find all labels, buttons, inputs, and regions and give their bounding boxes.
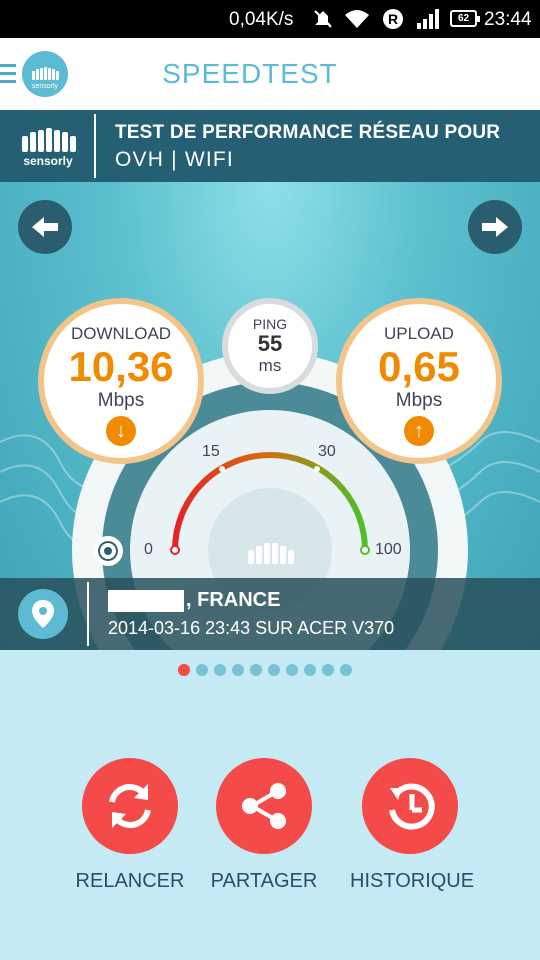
download-bubble: DOWNLOAD 10,36 Mbps ↓ xyxy=(38,298,204,464)
pager-dot[interactable] xyxy=(268,664,280,676)
upload-unit: Mbps xyxy=(395,390,443,411)
brand-label: sensorly xyxy=(23,154,73,168)
clock: 23:44 xyxy=(484,9,532,30)
ping-bubble: PING 55 ms xyxy=(222,298,318,394)
header-title: TEST DE PERFORMANCE RÉSEAU POUR xyxy=(115,122,501,143)
share-label[interactable]: PARTAGER xyxy=(204,870,324,893)
share-icon xyxy=(242,783,286,829)
battery-icon: 62 xyxy=(450,10,480,27)
test-date-device: 2014-03-16 23:43 SUR ACER V370 xyxy=(108,618,395,638)
upload-label: UPLOAD xyxy=(384,324,454,343)
upload-arrow-icon: ↑ xyxy=(404,416,434,446)
gauge-tick-0: 0 xyxy=(144,541,153,558)
redacted-city xyxy=(108,590,184,612)
app-bar: sensorly SPEEDTEST xyxy=(0,38,540,110)
svg-text:R: R xyxy=(388,11,398,27)
network-name: OVH | WIFI xyxy=(115,148,234,171)
refresh-icon xyxy=(109,784,151,828)
pager-dot[interactable] xyxy=(286,664,298,676)
status-bar: 0,04K/s R 62 23:44 xyxy=(0,0,540,38)
pager-dot[interactable] xyxy=(250,664,262,676)
mute-icon xyxy=(312,8,334,35)
pager-dot[interactable] xyxy=(304,664,316,676)
pager-dot[interactable] xyxy=(340,664,352,676)
gauge-tick-15: 15 xyxy=(202,443,220,460)
ping-value: 55 xyxy=(257,331,283,356)
download-value: 10,36 xyxy=(68,343,174,390)
wifi-icon xyxy=(344,8,370,35)
history-icon xyxy=(389,783,435,830)
location-pin-icon xyxy=(18,589,68,639)
share-button[interactable] xyxy=(216,758,312,854)
pager-dot[interactable] xyxy=(322,664,334,676)
download-arrow-icon: ↓ xyxy=(106,416,136,446)
ping-label: PING xyxy=(252,316,288,332)
restart-label[interactable]: RELANCER xyxy=(70,870,190,893)
location-divider xyxy=(87,582,89,646)
gauge-knob xyxy=(93,536,123,566)
result-panel: 0 15 30 100 DOWNLOAD 10,36 Mbps ↓ UPLOAD… xyxy=(0,182,540,650)
upload-value: 0,65 xyxy=(378,343,460,390)
pager-dot[interactable] xyxy=(214,664,226,676)
download-unit: Mbps xyxy=(97,390,145,411)
test-header: sensorly TEST DE PERFORMANCE RÉSEAU POUR… xyxy=(0,110,540,182)
network-speed: 0,04K/s xyxy=(229,9,294,30)
upload-bubble: UPLOAD 0,65 Mbps ↑ xyxy=(336,298,502,464)
download-label: DOWNLOAD xyxy=(70,324,172,343)
pager-dots[interactable] xyxy=(178,664,352,678)
gauge-tick-30: 30 xyxy=(318,443,336,460)
pager-dot[interactable] xyxy=(232,664,244,676)
pager-dot[interactable] xyxy=(178,664,190,676)
location-bar: , FRANCE 2014-03-16 23:43 SUR ACER V370 xyxy=(0,578,540,650)
restart-button[interactable] xyxy=(82,758,178,854)
history-button[interactable] xyxy=(362,758,458,854)
roaming-r-icon: R xyxy=(382,8,404,35)
pager-dot[interactable] xyxy=(196,664,208,676)
gauge-tick-100: 100 xyxy=(375,541,402,558)
signal-icon xyxy=(416,8,440,35)
ping-unit: ms xyxy=(258,356,282,375)
history-label[interactable]: HISTORIQUE xyxy=(350,870,474,893)
page-title: SPEEDTEST xyxy=(162,58,338,89)
header-divider xyxy=(94,114,96,178)
location-city: , FRANCE xyxy=(186,589,281,611)
